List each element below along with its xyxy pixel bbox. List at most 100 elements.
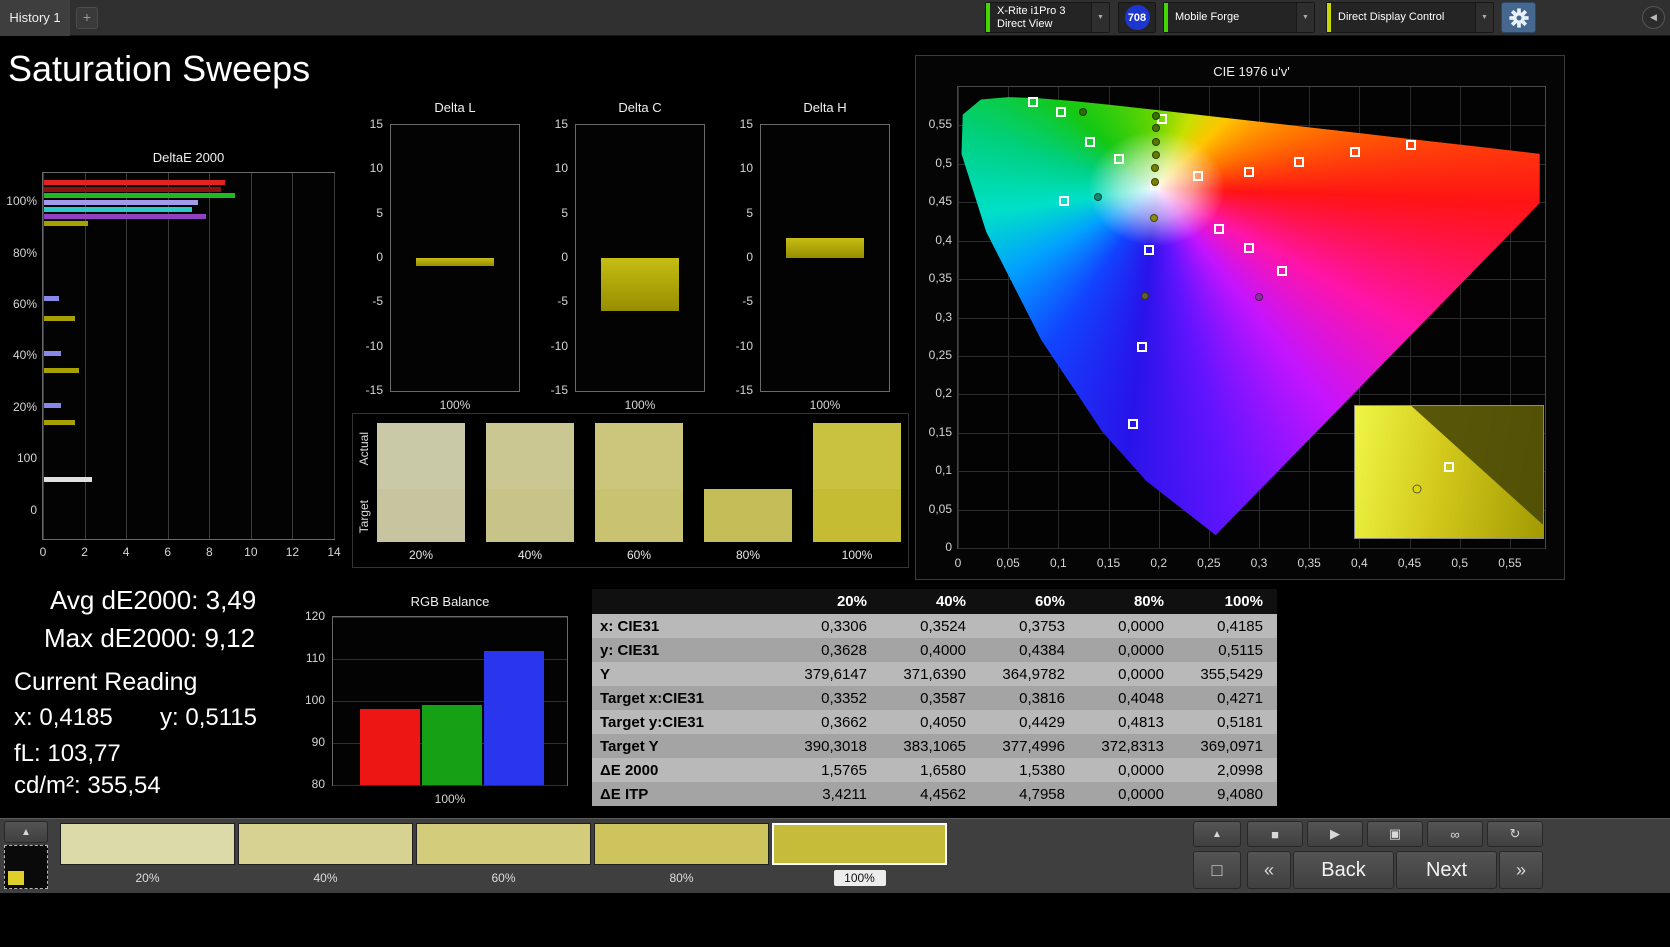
pattern-swatch-60%[interactable]: 60% [416,823,591,886]
chevron-down-icon[interactable]: ▼ [1091,3,1109,32]
table-row: Y 379,6147 371,6390 364,9782 0,0000 355,5429 [592,662,1277,686]
column-header [592,589,782,614]
table-cell: 0,3524 [881,614,980,638]
swatch-color [238,823,413,865]
repeat-button[interactable]: ↻ [1487,821,1543,847]
tick-label: -15 [550,383,568,397]
chart-title: CIE 1976 u'v' [1213,64,1290,79]
swatch-color [772,823,947,865]
row-label: y: CIE31 [592,638,782,662]
de2000-bar [44,221,88,227]
table-cell: 379,6147 [782,662,881,686]
current-reading-label: Current Reading [14,668,198,696]
table-cell: 0,3306 [782,614,881,638]
actual-patch [377,423,465,489]
tick-label: 0,55 [1498,556,1522,570]
tick-label: -5 [557,294,568,309]
measurement-marker [1140,291,1149,300]
last-page-button[interactable]: » [1499,851,1543,889]
tick-label: 0,1 [935,463,952,478]
chevron-down-icon[interactable]: ▼ [1475,3,1493,32]
patch-60%: 60% [595,423,683,562]
rgb-bar-red [360,709,420,785]
tick-label: 0 [954,556,962,570]
table-cell: 0,0000 [1079,782,1178,806]
pattern-swatch-100%[interactable]: 100% [772,823,947,886]
tick-label: 15 [739,117,753,131]
collapse-panel-button[interactable]: ◀ [1642,6,1665,29]
tick-label: 0 [561,250,568,264]
tick-label: 100% [6,193,37,208]
patch-20%: 20% [377,423,465,562]
settings-button[interactable] [1501,2,1536,33]
tick-label: 14 [327,545,341,559]
rgb-balance-chart: RGB Balance 120 110 100 90 80 100% [290,594,590,814]
target-marker [1028,97,1039,108]
column-header: 100% [1178,589,1277,614]
pattern-window-button[interactable]: □ [1193,851,1241,889]
pattern-swatch-20%[interactable]: 20% [60,823,235,886]
history-tab[interactable]: History 1 [0,0,70,36]
de2000-bar [44,214,207,220]
target-marker [1350,146,1361,157]
cie-diagram-panel: CIE 1976 u'v' 0 0 0,05 0,05 0,1 0,1 0,15 0,15 0,… [915,55,1565,580]
tick-label: 0,15 [1096,556,1121,570]
target-marker [1444,461,1454,472]
chart-title: RGB Balance [410,594,490,609]
swatch-label: 80% [669,871,694,885]
single-read-button[interactable]: ▣ [1367,821,1423,847]
transport-up-button[interactable]: ▲ [1193,821,1241,847]
table-cell: 377,4996 [980,734,1079,758]
source-dropdown[interactable]: Mobile Forge ▼ [1163,2,1315,33]
tick-label: 0,5 [1451,556,1469,570]
tick-label: 5 [376,205,383,220]
tick-label: 0 [746,250,753,264]
first-page-button[interactable]: « [1247,851,1291,889]
target-marker [1059,196,1070,207]
chart-title: Delta H [803,100,847,115]
slide-up-button[interactable]: ▲ [4,821,48,843]
de2000-bar [44,179,225,185]
column-header: 40% [881,589,980,614]
tick-label: 80% [12,245,37,260]
table-cell: 1,5380 [980,758,1079,782]
tick-label: 10 [739,161,753,176]
pattern-swatch-40%[interactable]: 40% [238,823,413,886]
de2000-bar [44,351,61,357]
rgb-balance-plot: 120 110 100 90 80 [305,609,568,791]
tick-label: 0,2 [935,386,952,401]
stop-button[interactable]: ■ [1247,821,1303,847]
tick-label: 0 [39,545,47,559]
chevron-down-icon[interactable]: ▼ [1296,3,1314,32]
inset-out-of-gamut-region [1411,406,1543,525]
add-tab-button[interactable]: + [76,7,98,29]
table-cell: 1,6580 [881,758,980,782]
back-button[interactable]: Back [1293,851,1394,889]
current-cdm2: cd/m²: 355,54 [14,772,161,799]
pattern-swatch-80%[interactable]: 80% [594,823,769,886]
de2000-bar [44,207,192,213]
meter-id-button[interactable]: 708 [1118,2,1156,33]
actual-patch [813,423,901,489]
deltae2000-chart: DeltaE 2000 0 2 4 6 8 10 12 14 100% 80% 60% 40% 20% 1… [5,150,350,580]
tick-label: 6 [164,545,172,559]
color-patches-panel: Actual Target 20% 40% 60% 80% 100% [352,413,909,568]
continuous-read-button[interactable]: ∞ [1427,821,1483,847]
table-row: x: CIE31 0,3306 0,3524 0,3753 0,0000 0,4185 [592,614,1277,638]
table-cell: 369,0971 [1178,734,1277,758]
meter-dropdown[interactable]: X-Rite i1Pro 3 Direct View ▼ [985,2,1110,33]
play-button[interactable]: ▶ [1307,821,1363,847]
slide-thumbnail[interactable] [4,845,48,889]
table-cell: 0,0000 [1079,614,1178,638]
display-control-dropdown[interactable]: Direct Display Control ▼ [1326,2,1494,33]
de2000-bar [44,200,198,206]
table-cell: 0,4813 [1079,710,1178,734]
x-axis-label: 100% [439,398,471,412]
meter-id-badge: 708 [1124,5,1150,30]
table-cell: 383,1065 [881,734,980,758]
next-button[interactable]: Next [1396,851,1497,889]
de2000-bar [44,295,59,301]
row-label: Y [592,662,782,686]
table-cell: 355,5429 [1178,662,1277,686]
patch-label: 60% [626,548,652,562]
